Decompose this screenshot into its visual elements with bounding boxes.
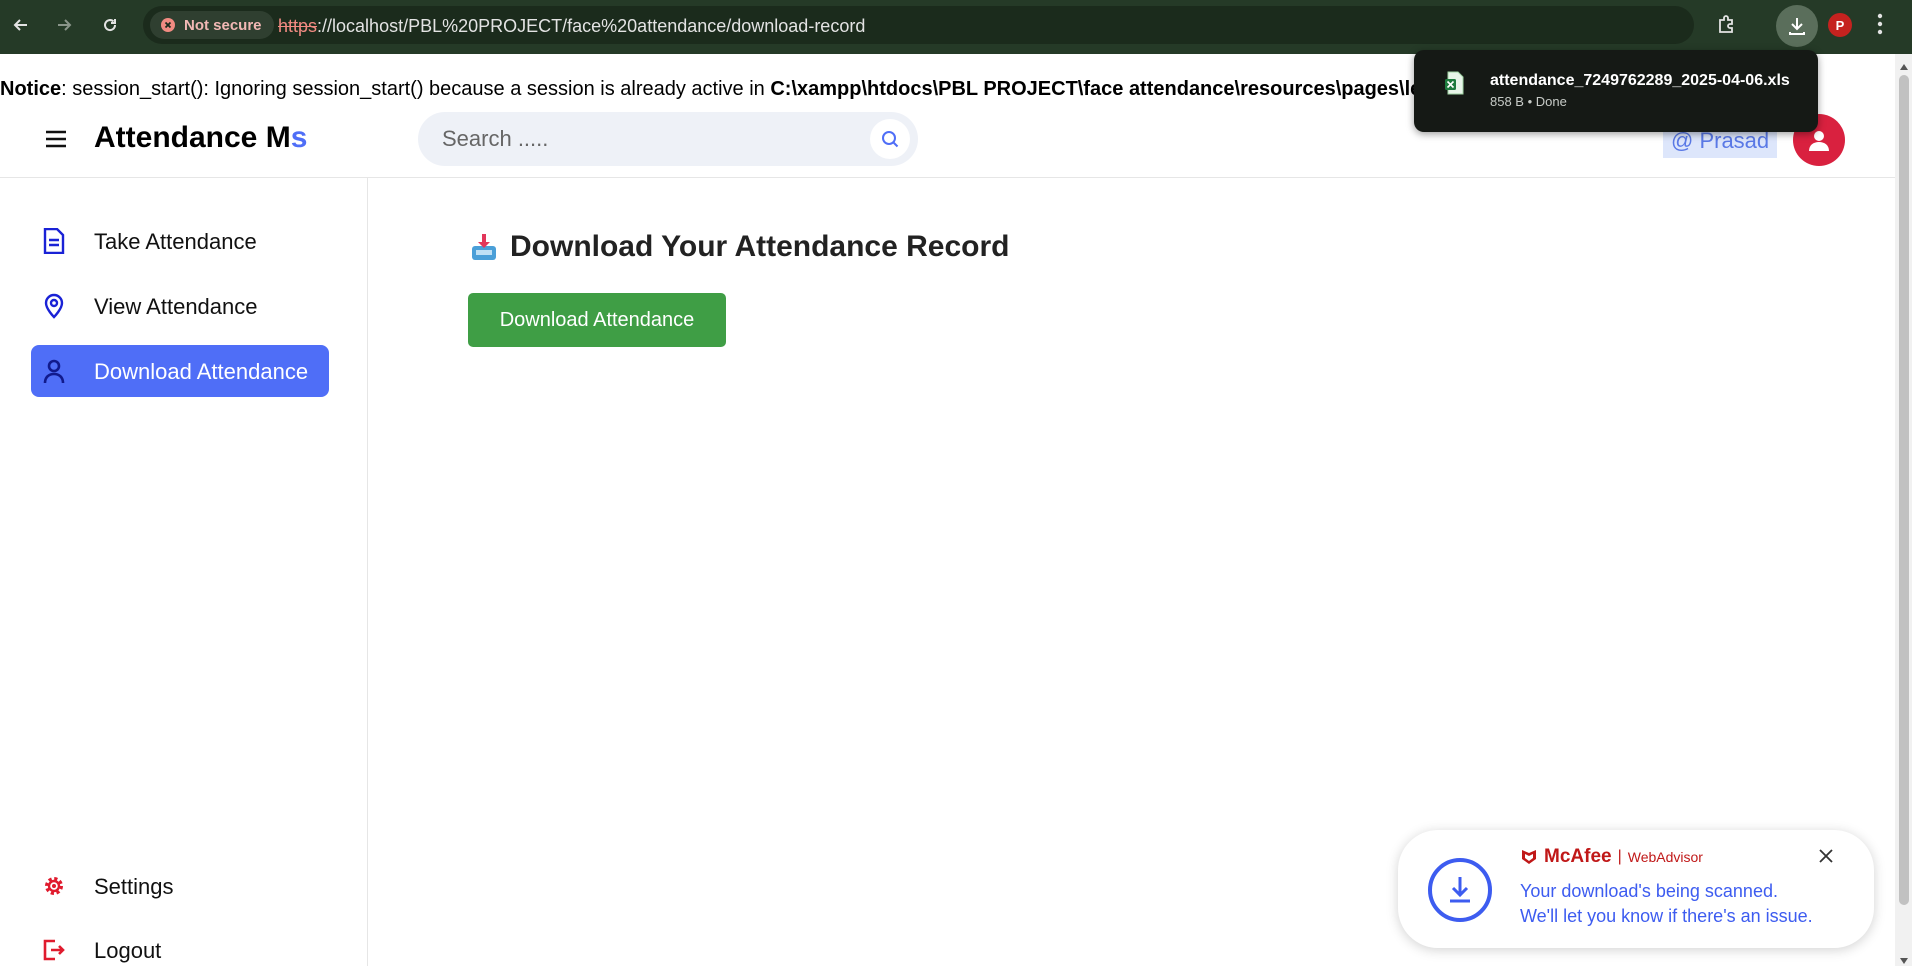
notice-label: Notice [0, 78, 62, 100]
sidebar-item-label: Logout [94, 938, 162, 963]
download-popup: attendance_7249762289_2025-04-06.xls 858… [1414, 50, 1818, 132]
sidebar-item-view-attendance[interactable]: View Attendance [31, 280, 329, 332]
toast-message-line1: Your download's being scanned. [1520, 881, 1778, 901]
puzzle-icon [1719, 15, 1733, 33]
page-title: Download Your Attendance Record [510, 230, 1010, 263]
search-icon [882, 131, 899, 148]
header-divider [0, 177, 1895, 178]
sidebar-item-label: Download Attendance [94, 359, 309, 384]
arrow-right-icon [58, 19, 72, 31]
scroll-up-button[interactable] [1899, 58, 1909, 76]
php-notice: Notice: session_start(): Ignoring sessio… [0, 78, 1451, 101]
security-chip[interactable]: Not secure [150, 11, 274, 39]
sidebar-item-download-attendance[interactable]: Download Attendance [31, 345, 329, 397]
more-vert-icon [1877, 13, 1883, 35]
inbox-download-icon [472, 234, 496, 260]
sidebar-item-take-attendance[interactable]: Take Attendance [31, 215, 329, 267]
sidebar-divider [367, 178, 368, 966]
user-icon [41, 358, 67, 384]
mcafee-toast: McAfee | WebAdvisor Your download's bein… [1398, 830, 1874, 948]
arrow-left-icon [13, 19, 27, 31]
toast-brand-name: McAfee [1544, 846, 1612, 867]
url-scheme: https [278, 16, 318, 36]
download-attendance-button[interactable]: Download Attendance [468, 293, 726, 347]
sidebar-item-label: Take Attendance [94, 229, 257, 254]
brand-accent: s [290, 121, 308, 154]
sidebar-item-label: View Attendance [94, 294, 258, 319]
profile-button[interactable]: P [1828, 13, 1852, 37]
app-brand: Attendance Ms [94, 121, 307, 155]
scrollbar-thumb[interactable] [1899, 75, 1909, 905]
toast-brand: McAfee | WebAdvisor [1520, 846, 1703, 868]
gear-icon [41, 873, 67, 899]
logout-icon [41, 937, 67, 963]
sidebar-item-label: Settings [94, 874, 174, 899]
page-heading: Download Your Attendance Record [470, 230, 1010, 264]
notice-path: C:\xampp\htdocs\PBL PROJECT\face attenda… [770, 78, 1452, 100]
search-input[interactable] [442, 124, 842, 154]
extensions-button[interactable] [1715, 12, 1739, 41]
forward-button[interactable] [49, 10, 79, 40]
caret-up-icon [1900, 64, 1908, 70]
mcafee-shield-icon [1522, 850, 1536, 864]
toast-close-button[interactable] [1818, 848, 1834, 869]
reload-button[interactable] [95, 10, 125, 40]
caret-down-icon [1900, 958, 1908, 964]
brand-main: Attendance M [94, 121, 291, 154]
close-icon [1819, 849, 1833, 863]
warning-icon [161, 18, 175, 32]
url-text[interactable]: https://localhost/PBL%20PROJECT/face%20a… [278, 16, 865, 37]
excel-file-icon [1444, 71, 1466, 100]
sidebar-item-settings[interactable]: Settings [31, 860, 329, 912]
notice-message: : session_start(): Ignoring session_star… [61, 78, 771, 100]
hamburger-icon [46, 130, 66, 148]
search-button[interactable] [870, 119, 910, 159]
browser-toolbar: Not secure https://localhost/PBL%20PROJE… [0, 0, 1912, 54]
toast-product-name: WebAdvisor [1627, 849, 1703, 865]
security-label: Not secure [184, 16, 262, 34]
scroll-down-button[interactable] [1899, 952, 1909, 966]
download-meta: 858 B • Done [1490, 94, 1567, 109]
document-icon [41, 228, 67, 254]
sidebar-item-logout[interactable]: Logout [31, 924, 329, 966]
toast-message-line2: We'll let you know if there's an issue. [1520, 906, 1813, 926]
location-pin-icon [41, 293, 67, 319]
downloads-button[interactable] [1776, 5, 1818, 47]
search-bar [418, 112, 918, 166]
download-filename[interactable]: attendance_7249762289_2025-04-06.xls [1490, 72, 1790, 90]
address-bar[interactable]: Not secure https://localhost/PBL%20PROJE… [143, 6, 1816, 44]
toast-brand-separator: | [1617, 848, 1622, 865]
url-path: ://localhost/PBL%20PROJECT/face%20attend… [317, 16, 866, 36]
browser-menu-button[interactable] [1877, 13, 1883, 40]
reload-icon [104, 19, 117, 32]
back-button[interactable] [6, 10, 36, 40]
download-scan-icon [1428, 858, 1492, 922]
download-icon [1789, 18, 1805, 35]
menu-toggle-button[interactable] [45, 130, 67, 153]
